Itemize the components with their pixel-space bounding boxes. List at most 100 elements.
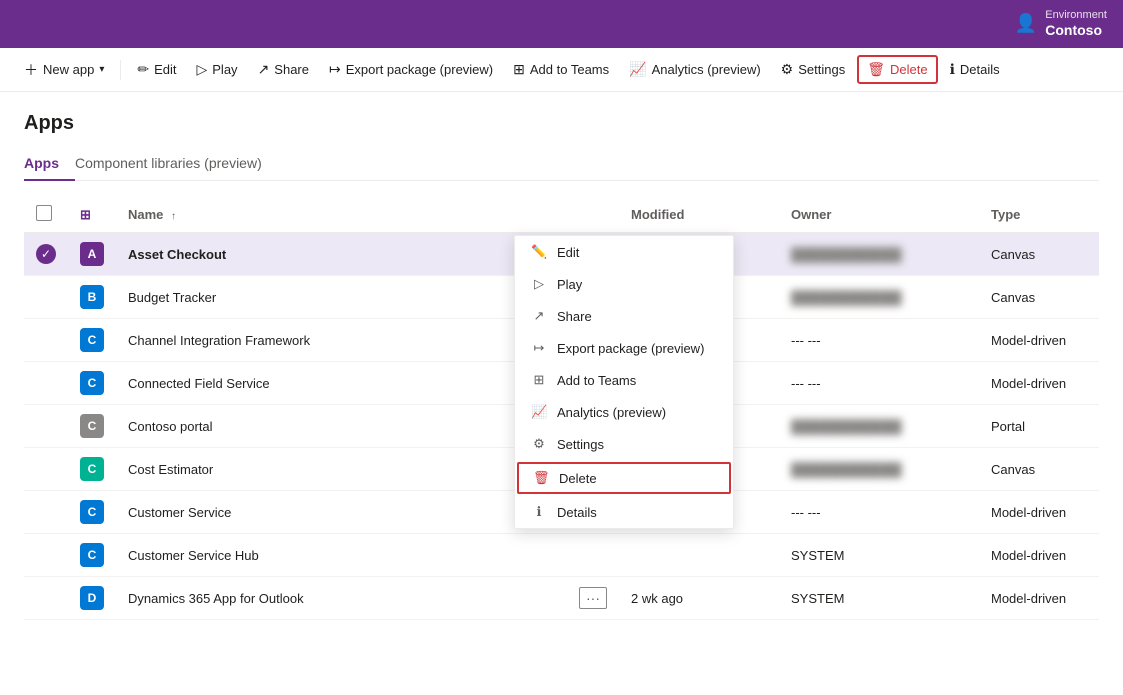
header-modified[interactable]: Modified — [619, 197, 779, 233]
context-menu-item-share[interactable]: ↗Share — [515, 300, 733, 332]
row-app-icon-cell: C — [68, 362, 116, 405]
add-to-teams-button[interactable]: ⊞ Add to Teams — [505, 57, 617, 82]
app-icon: C — [80, 328, 104, 352]
details-button[interactable]: ℹ Details — [942, 57, 1008, 82]
header-type[interactable]: Type — [979, 197, 1099, 233]
menu-item-icon: 🗑 — [533, 470, 549, 486]
share-icon: ↗ — [258, 61, 270, 78]
row-owner: --- --- — [779, 491, 979, 534]
separator — [120, 60, 121, 80]
delete-button[interactable]: 🗑 Delete — [857, 55, 937, 84]
row-owner: --- --- — [779, 362, 979, 405]
play-button[interactable]: ▷ Play — [188, 57, 245, 82]
settings-icon: ⚙ — [781, 61, 794, 78]
row-app-icon-cell: C — [68, 405, 116, 448]
table-row[interactable]: C Customer Service Hub SYSTEM Model-driv… — [24, 534, 1099, 577]
context-menu-item-play[interactable]: ▷Play — [515, 268, 733, 300]
play-icon: ▷ — [196, 61, 207, 78]
menu-item-label: Add to Teams — [557, 373, 636, 388]
context-menu: ✏️Edit▷Play↗Share ↦ Export package (previe… — [514, 235, 734, 529]
edit-button[interactable]: ✏ Edit — [129, 57, 184, 82]
row-app-name[interactable]: Connected Field Service — [116, 362, 567, 405]
row-app-name[interactable]: Budget Tracker — [116, 276, 567, 319]
menu-item-label: Export package (preview) — [557, 341, 704, 356]
row-app-icon-cell: D — [68, 577, 116, 620]
export-icon: ↦ — [329, 61, 341, 78]
environment-info[interactable]: 👤 Environment Contoso — [1015, 9, 1107, 39]
row-type: Model-driven — [979, 491, 1099, 534]
share-button[interactable]: ↗ Share — [250, 57, 317, 82]
header-icon-cell: ⊞ — [68, 197, 116, 233]
row-more-button[interactable]: ··· — [579, 587, 607, 609]
row-app-icon-cell: C — [68, 491, 116, 534]
context-menu-item-edit[interactable]: ✏️Edit — [515, 236, 733, 268]
row-owner: ████████████ — [779, 405, 979, 448]
context-menu-item-delete[interactable]: 🗑 Delete — [517, 462, 731, 494]
row-type: Model-driven — [979, 319, 1099, 362]
owner-value: --- --- — [791, 505, 821, 520]
row-app-name[interactable]: Cost Estimator — [116, 448, 567, 491]
app-icon: C — [80, 543, 104, 567]
owner-value: ████████████ — [791, 462, 902, 477]
row-type: Canvas — [979, 448, 1099, 491]
tab-component-libraries[interactable]: Component libraries (preview) — [75, 147, 278, 181]
check-icon: ✓ — [36, 244, 56, 264]
new-app-button[interactable]: ＋ New app ▾ — [16, 56, 112, 84]
row-app-name[interactable]: Customer Service Hub — [116, 534, 567, 577]
topbar: 👤 Environment Contoso — [0, 0, 1123, 48]
header-owner[interactable]: Owner — [779, 197, 979, 233]
row-checkbox-cell — [24, 319, 68, 362]
context-menu-item-add-to-teams[interactable]: ⊞Add to Teams — [515, 364, 733, 396]
menu-item-label: Delete — [559, 471, 597, 486]
table-header-row: ⊞ Name ↑ Modified Owner Type — [24, 197, 1099, 233]
owner-value: --- --- — [791, 333, 821, 348]
row-owner: ████████████ — [779, 276, 979, 319]
row-app-name[interactable]: Dynamics 365 App for Outlook — [116, 577, 567, 620]
row-app-name[interactable]: Channel Integration Framework — [116, 319, 567, 362]
header-checkbox-cell — [24, 197, 68, 233]
row-checkbox-cell — [24, 362, 68, 405]
owner-value: ████████████ — [791, 290, 902, 305]
row-type: Model-driven — [979, 534, 1099, 577]
menu-item-icon: ✏️ — [531, 244, 547, 260]
settings-button[interactable]: ⚙ Settings — [773, 57, 854, 82]
select-all-checkbox[interactable] — [36, 205, 52, 221]
context-menu-item-export-package-(preview)[interactable]: ↦ Export package (preview) — [515, 332, 733, 364]
row-app-icon-cell: A — [68, 233, 116, 276]
menu-item-label: Play — [557, 277, 582, 292]
environment-name: Contoso — [1045, 22, 1107, 39]
row-app-icon-cell: C — [68, 319, 116, 362]
app-icon: B — [80, 285, 104, 309]
menu-item-icon: ↗ — [531, 308, 547, 324]
tabs-bar: Apps Component libraries (preview) — [24, 147, 1099, 181]
row-app-name[interactable]: Customer Service — [116, 491, 567, 534]
row-checkbox-cell: ✓ — [24, 233, 68, 276]
tab-apps[interactable]: Apps — [24, 147, 75, 181]
environment-label: Environment — [1045, 9, 1107, 22]
grid-icon: ⊞ — [80, 207, 91, 222]
row-checkbox-cell — [24, 577, 68, 620]
row-type: Model-driven — [979, 362, 1099, 405]
row-owner: SYSTEM — [779, 534, 979, 577]
row-checkbox-cell — [24, 491, 68, 534]
row-app-name[interactable]: Asset Checkout — [116, 233, 567, 276]
context-menu-item-analytics-(preview)[interactable]: 📈Analytics (preview) — [515, 396, 733, 428]
analytics-button[interactable]: 📈 Analytics (preview) — [621, 57, 769, 82]
delete-icon: 🗑 — [867, 61, 885, 78]
row-owner: ████████████ — [779, 233, 979, 276]
row-checkbox-cell — [24, 448, 68, 491]
app-icon: A — [80, 242, 104, 266]
apps-table-wrap: ⊞ Name ↑ Modified Owner Type — [24, 197, 1099, 620]
header-name[interactable]: Name ↑ — [116, 197, 567, 233]
context-menu-item-settings[interactable]: ⚙Settings — [515, 428, 733, 460]
table-row[interactable]: D Dynamics 365 App for Outlook ··· 2 wk … — [24, 577, 1099, 620]
menu-item-icon: ⚙ — [531, 436, 547, 452]
export-button[interactable]: ↦ Export package (preview) — [321, 57, 501, 82]
app-icon: D — [80, 586, 104, 610]
row-modified: 2 wk ago — [619, 577, 779, 620]
menu-item-icon: ↦ — [531, 340, 547, 356]
context-menu-item-details[interactable]: ℹDetails — [515, 496, 733, 528]
row-app-name[interactable]: Contoso portal — [116, 405, 567, 448]
row-dots-cell — [567, 534, 619, 577]
app-icon: C — [80, 457, 104, 481]
